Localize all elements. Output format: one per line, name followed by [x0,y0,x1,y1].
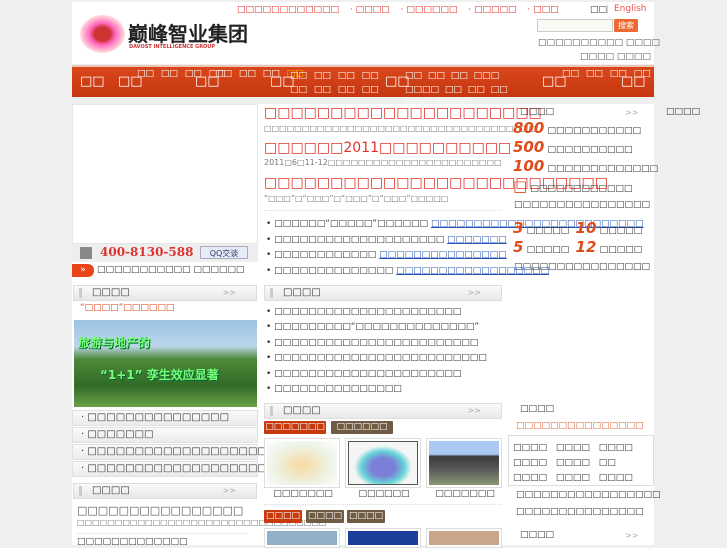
headline[interactable]: □□□□□□2011□□□□□□□□□□ [264,140,511,156]
thumbnail-map[interactable] [345,438,421,488]
section-header: □□□□ >> [264,285,502,301]
thumbnail[interactable] [426,528,502,548]
article-item[interactable]: □□□□□□□□□□□□□ [77,537,188,547]
section-title: □□□□ [520,404,555,414]
list-item[interactable]: · □□□□□□□ [72,427,258,443]
phone-icon [80,247,92,259]
top-link[interactable]: □□□□□□□□□□□□ [237,5,339,15]
thumbnail-gate[interactable] [426,438,502,488]
top-link[interactable]: □□□□ [356,5,390,15]
search-button[interactable]: 搜索 [614,19,638,32]
headline[interactable]: □□□□□□□□□□□□□□□□□□□□□ [264,105,542,121]
qq-chat-button[interactable]: QQ交谈 [200,246,248,259]
list-item[interactable]: • □□□□□□□□□□□□□□□□□□□□□□□□□ [266,353,487,363]
more-link[interactable]: >> [625,108,638,117]
bullet-item: • □□□□□□□□□□□□□□□□□□□□ □□□□□□□ [266,235,507,245]
more-link[interactable]: >> [625,531,638,540]
tab-active[interactable]: □□□□ [264,510,302,523]
right-line[interactable]: □□□□□□□□□□□□□□□ [516,507,644,517]
top-link[interactable]: □□□□□□ [406,5,457,15]
list-item[interactable]: • □□□□□□□□□□□□□□□□□□□□□□ [266,369,461,379]
highlight-link[interactable]: □□□□□□□□□□□□□□□ [516,421,644,431]
article-title[interactable]: □□□□□□□□□□□□□□□□ [77,504,243,517]
list-item[interactable]: • □□□□□□□□□“□□□□□□□□□□□□□□” [266,322,479,332]
bullet-item: • □□□□□□□□□□□□ □□□□□□□□□□□□□□□ [266,250,507,260]
nav-item[interactable]: □□ [80,74,105,89]
section-header: □□□□ >> [264,403,502,419]
lang-cn[interactable]: □□ [590,5,607,15]
list-item[interactable]: • □□□□□□□□□□□□□□□□□□□□□□ [266,307,461,317]
top-nav: □□□□□□□□□□□□ · □□□□ · □□□□□□ · □□□□□ · □… [237,5,559,15]
logo-subtext: DAVOST INTELLIGENCE GROUP [129,44,216,50]
nav-subs: □□ □□ □□ □□ □□ □□ □□ □□ [290,71,379,95]
list-item[interactable]: · □□□□□□□□□□□□□□□ [72,410,258,426]
thumbnail[interactable] [264,528,340,548]
bullet-item: • □□□□□□□□□□□□□□ □□□□□□□□□□□□□□□□□□ [266,266,550,276]
phone-number: 400-8130-588 [100,245,194,259]
headline-desc: 2011□6□11-12□□□□□□□□□□□□□□□□□□□□□□□ [264,158,502,167]
thumbnail[interactable] [345,528,421,548]
section-title: □□□□ [520,530,555,540]
list-item[interactable]: • □□□□□□□□□□□□□□□□□□□□□□□□ [266,338,478,348]
stat: 100 □□□□□□□□□□□□□ [513,157,659,175]
featured-link[interactable]: “□□□□”□□□□□□ [80,303,174,313]
section-header: □□□□ >> [73,483,257,499]
headline-desc: “□□□”□“□□□”□“□□□”□“□□□”□□□□□ [264,194,449,203]
main-nav: □□ □□ □□ □□ □□ □□ □□ □□ □□ □□ □□ □□ □□ □… [72,65,654,109]
list-item[interactable]: · □□□□□□□□□□□□□□□□□□□□ [72,461,276,477]
banner-area [72,104,258,244]
tab-active[interactable]: □□□□□□□ [264,421,326,434]
header-info[interactable]: □□□□ □□□□ [580,52,651,62]
logo-text: 巅峰智业集团 [128,22,248,46]
list-item[interactable]: • □□□□□□□□□□□□□□□ [266,384,402,394]
header-info[interactable]: □□□□□□□□□□ □□□□ [538,38,660,48]
thumbnail-caption[interactable]: □□□□□□ [345,489,423,499]
tab[interactable]: □□□□ [306,510,344,523]
tag-cloud: □□□□ □□□□ □□□□ □□□□ □□□□ □□ □□□□ □□□□ □□… [508,435,654,486]
section-header: □□□□ >> [73,285,257,301]
thumbnail-caption[interactable]: □□□□□□□ [264,489,342,499]
tab[interactable]: □□□□ [347,510,385,523]
thumbnail-map[interactable] [264,438,340,488]
stat: 500 □□□□□□□□□□ [513,138,633,156]
ticker-arrow-icon: » [72,264,94,277]
tab[interactable]: □□□□□□ [331,421,393,434]
search-input[interactable] [537,19,613,32]
promo-image[interactable]: 旅游与地产的 “1+1” 孪生效应显著 [74,320,257,407]
top-link[interactable]: □□□ [533,5,559,15]
headline-desc: □□□□□□□□□□□□□□□□□□□□□□□□□□□□□□□□□□□□ [264,124,537,133]
right-line[interactable]: □□□□□□□□□□□□□□□□□ [516,490,661,500]
nav-item[interactable]: □□ [621,74,646,89]
far-right-label[interactable]: □□□□ [666,107,700,117]
thumbnail-caption[interactable]: □□□□□□□ [426,489,504,499]
lang-en[interactable]: English [614,4,647,14]
list-item[interactable]: · □□□□□□□□□□□□□□□□□□□□ [72,444,276,460]
top-link[interactable]: □□□□□ [474,5,517,15]
stat: 800 □□□□□□□□□□□ [513,119,642,137]
logo-emblem [80,15,125,53]
news-ticker[interactable]: □□□□□□□□□□□ □□□□□□ [97,265,244,275]
section-title: □□□□ [520,107,555,117]
stat: □ □□□□□□□□□□□□ [513,177,633,195]
